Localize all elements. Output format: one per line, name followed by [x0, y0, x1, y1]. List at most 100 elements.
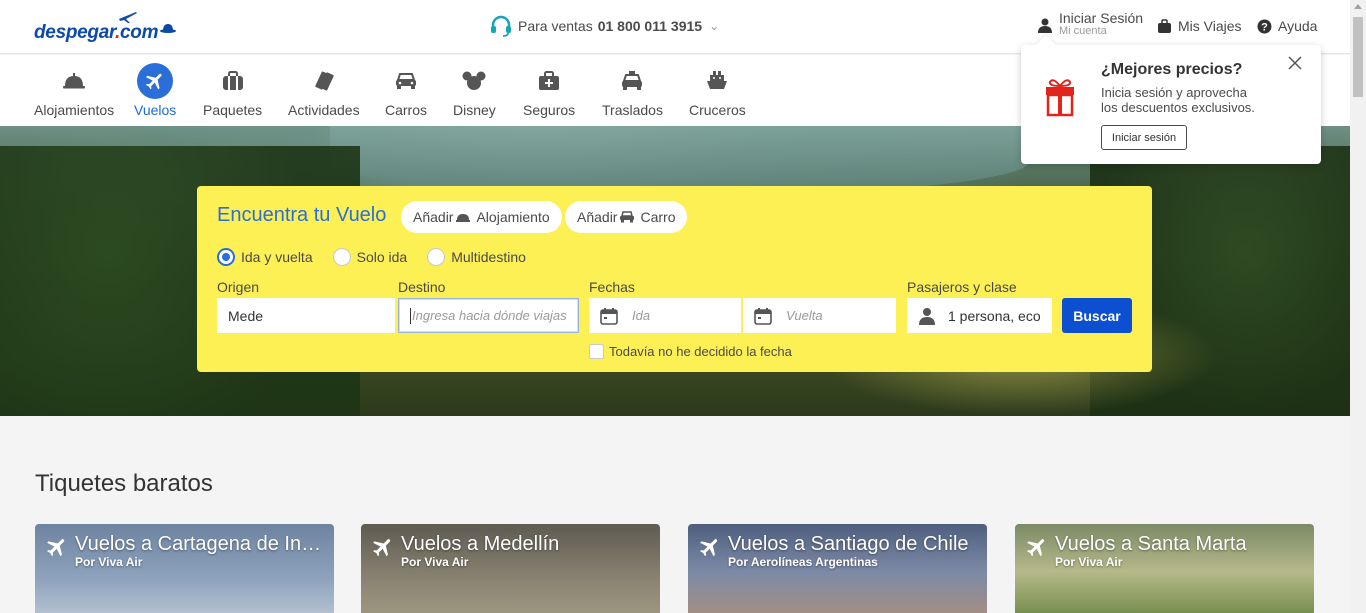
origin-value: Mede [228, 307, 264, 324]
calendar-icon [754, 307, 772, 325]
undecided-date-checkbox[interactable]: Todavía no he decidido la fecha [589, 344, 792, 359]
svg-text:?: ? [1261, 21, 1268, 33]
deal-card-airline: Por Viva Air [75, 555, 143, 569]
despegar-logo[interactable]: despegar.com [34, 10, 176, 44]
radio-selected [217, 248, 235, 266]
suitcase-icon [215, 63, 251, 99]
login-promo-popover: ¿Mejores precios? Inicia sesión y aprove… [1021, 45, 1321, 164]
popover-title: ¿Mejores precios? [1101, 61, 1243, 78]
nav-item-cruceros[interactable]: Cruceros [689, 63, 746, 118]
trip-type-round[interactable]: Ida y vuelta [217, 248, 313, 266]
radio-unselected [427, 248, 446, 266]
nav-item-disney[interactable]: Disney [453, 63, 496, 118]
depart-placeholder: Ida [632, 308, 651, 323]
return-placeholder: Vuelta [786, 308, 823, 323]
add-hotel-label: Añadir [413, 209, 454, 225]
search-title: Encuentra tu Vuelo [217, 204, 387, 226]
taxi-icon [614, 63, 650, 99]
my-trips-label: Mis Viajes [1178, 18, 1242, 34]
car-icon [620, 211, 635, 223]
scroll-up-arrow-icon[interactable] [1354, 4, 1362, 9]
chevron-down-icon: ⌄ [709, 19, 720, 33]
destination-input[interactable]: Ingresa hacia dónde viajas [398, 298, 579, 333]
nav-item-traslados[interactable]: Traslados [602, 63, 663, 118]
help-icon: ? [1257, 19, 1272, 33]
medical-bag-icon [531, 63, 567, 99]
nav-item-label: Paquetes [203, 102, 263, 118]
car-icon [388, 63, 424, 99]
trip-type-label: Solo ida [356, 249, 408, 265]
nav-item-vuelos[interactable]: Vuelos [134, 63, 176, 118]
return-date-input[interactable]: Vuelta [743, 298, 896, 333]
nav-item-seguros[interactable]: Seguros [523, 63, 575, 118]
undecided-date-label: Todavía no he decidido la fecha [609, 344, 792, 359]
plane-icon [373, 539, 391, 557]
deal-card-santa-marta[interactable]: Vuelos a Santa Marta Por Viva Air [1015, 524, 1314, 613]
tickets-icon [306, 63, 342, 99]
gift-icon [1046, 79, 1074, 117]
nav-item-label: Traslados [602, 102, 663, 118]
mouse-ears-icon [456, 63, 492, 99]
add-car-label: Carro [640, 209, 676, 225]
close-icon[interactable] [1287, 55, 1303, 71]
deal-card-cartagena[interactable]: Vuelos a Cartagena de Indias Por Viva Ai… [35, 524, 334, 613]
logo-plane-icon [119, 12, 137, 23]
trip-type-oneway[interactable]: Solo ida [332, 248, 408, 266]
nav-item-label: Cruceros [689, 102, 746, 118]
login-link[interactable]: Iniciar Sesión Mi cuenta [1037, 11, 1143, 38]
nav-item-alojamientos[interactable]: Alojamientos [34, 63, 114, 118]
add-hotel-button[interactable]: Añadir Alojamiento [401, 201, 562, 233]
flight-search-box: Encuentra tu Vuelo Añadir Alojamiento Añ… [197, 186, 1152, 372]
user-icon [919, 307, 935, 325]
passengers-input[interactable]: 1 persona, eco [907, 298, 1052, 333]
plane-icon [700, 539, 718, 557]
trip-type-selector: Ida y vuelta Solo ida Multidestino [217, 248, 526, 266]
deal-card-airline: Por Viva Air [1055, 555, 1123, 569]
scrollbar-thumb[interactable] [1353, 17, 1363, 97]
nav-item-label: Carros [385, 102, 428, 118]
plane-icon [137, 63, 174, 99]
logo-text: despegar.com [34, 22, 159, 43]
suitcase-icon [1158, 18, 1171, 33]
my-trips-link[interactable]: Mis Viajes [1157, 18, 1242, 34]
deal-card-title: Vuelos a Santa Marta [1055, 533, 1247, 555]
popover-login-button[interactable]: Iniciar sesión [1101, 125, 1187, 150]
deal-card-airline: Por Aerolíneas Argentinas [728, 555, 878, 569]
text-caret [410, 307, 411, 324]
popover-text: Inicia sesión y aprovecha los descuentos… [1101, 85, 1281, 115]
checkbox-unchecked [589, 344, 604, 359]
help-label: Ayuda [1278, 18, 1318, 34]
nav-item-label: Seguros [523, 102, 576, 118]
popover-text-line: los descuentos exclusivos. [1101, 100, 1255, 115]
deal-card-title: Vuelos a Medellín [401, 533, 560, 555]
help-link[interactable]: ? Ayuda [1257, 18, 1317, 34]
deals-section-title: Tiquetes baratos [35, 470, 213, 497]
cloche-icon [56, 63, 92, 99]
trip-type-multi[interactable]: Multidestino [427, 248, 526, 266]
deal-card-title: Vuelos a Cartagena de Indias [75, 533, 327, 555]
deal-card-medellin[interactable]: Vuelos a Medellín Por Viva Air [361, 524, 660, 613]
nav-item-label: Vuelos [134, 102, 177, 118]
add-hotel-label: Alojamiento [476, 209, 550, 225]
plane-icon [47, 539, 65, 557]
origin-input[interactable]: Mede [217, 298, 395, 333]
passengers-label: Pasajeros y clase [907, 279, 1017, 295]
search-button[interactable]: Buscar [1062, 298, 1132, 333]
headset-icon [491, 15, 511, 37]
ship-icon [699, 63, 735, 99]
nav-item-carros[interactable]: Carros [385, 63, 427, 118]
depart-date-input[interactable]: Ida [589, 298, 741, 333]
nav-item-paquetes[interactable]: Paquetes [203, 63, 262, 118]
add-car-label: Añadir [577, 209, 618, 225]
passengers-value: 1 persona, eco [948, 307, 1041, 324]
login-sub-label: Mi cuenta [1059, 25, 1107, 37]
deal-card-airline: Por Viva Air [401, 555, 469, 569]
sales-phone[interactable]: Para ventas 01 800 011 3915 ⌄ [489, 14, 719, 38]
deal-card-santiago[interactable]: Vuelos a Santiago de Chile Por Aerolínea… [688, 524, 987, 613]
calendar-icon [600, 307, 618, 325]
add-car-button[interactable]: Añadir Carro [565, 201, 688, 233]
origin-label: Origen [217, 279, 260, 295]
page-scrollbar[interactable] [1350, 0, 1366, 613]
nav-item-actividades[interactable]: Actividades [288, 63, 360, 118]
deal-card-title: Vuelos a Santiago de Chile [728, 533, 969, 555]
